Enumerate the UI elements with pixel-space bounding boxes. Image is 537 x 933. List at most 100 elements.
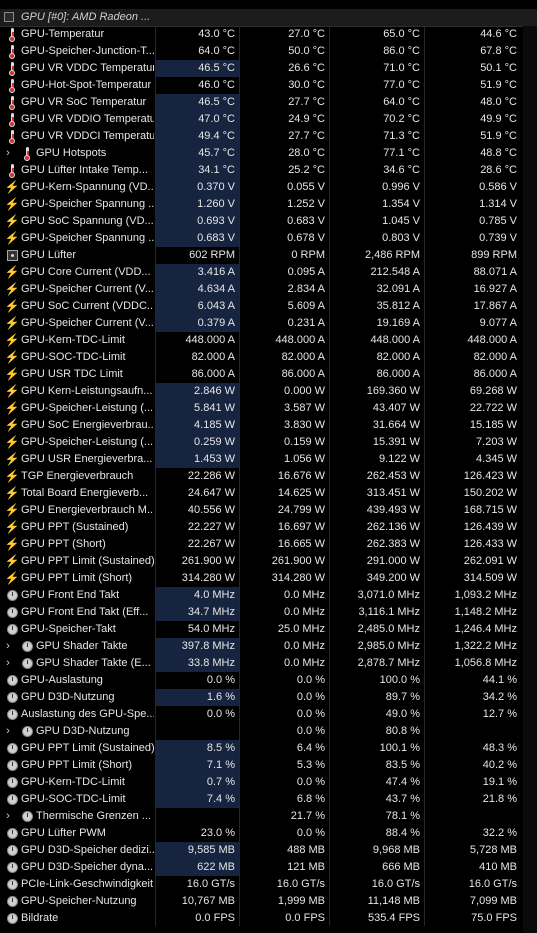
- sensor-row[interactable]: GPU Lüfter 602 RPM 0 RPM 2,486 RPM 899 RPM: [0, 247, 537, 264]
- minimum-value: 0.0 MHz: [239, 604, 329, 621]
- sensor-row[interactable]: ⚡ GPU-Kern-Spannung (VD... 0.370 V 0.055 V 0…: [0, 179, 537, 196]
- sensor-row[interactable]: PCIe-Link-Geschwindigkeit 16.0 GT/s 16.0 G…: [0, 876, 537, 893]
- current-value: 5.841 W: [156, 400, 239, 417]
- sensor-row[interactable]: GPU-Speicher-Junction-T... 64.0 °C 50.0 °C…: [0, 43, 537, 60]
- sensor-row[interactable]: › Thermische Grenzen ... 21.7 % 78.1 %: [0, 808, 537, 825]
- average-value: 82.000 A: [424, 349, 521, 366]
- maximum-value: 0.996 V: [329, 179, 424, 196]
- sensor-row[interactable]: GPU D3D-Speicher dedizi... 9,585 MB 488 MB…: [0, 842, 537, 859]
- sensor-row[interactable]: ⚡ GPU Energieverbrauch M... 40.556 W 24.799…: [0, 502, 537, 519]
- scrollbar[interactable]: [523, 26, 537, 933]
- sensor-row[interactable]: Bildrate 0.0 FPS 0.0 FPS 535.4 FPS 75.0 FPS: [0, 910, 537, 927]
- sensor-name: GPU-Speicher-Leistung (...: [21, 436, 154, 448]
- expand-chevron-icon[interactable]: ›: [3, 656, 13, 671]
- lightning-bolt-icon: ⚡: [4, 265, 20, 279]
- sensor-row[interactable]: ⚡ GPU USR Energieverbra... 1.453 W 1.056 W 9…: [0, 451, 537, 468]
- sensor-row[interactable]: ⚡ GPU-Speicher Current (V... 4.634 A 2.834 …: [0, 281, 537, 298]
- sensor-row[interactable]: GPU Lüfter Intake Temp... 34.1 °C 25.2 °C 3…: [0, 162, 537, 179]
- sensor-row[interactable]: ⚡ GPU-Speicher Current (V... 0.379 A 0.231 …: [0, 315, 537, 332]
- sensor-row[interactable]: ⚡ GPU-Speicher Spannung ... 0.683 V 0.678 V…: [0, 230, 537, 247]
- sensor-row[interactable]: ⚡ GPU Kern-Leistungsaufn... 2.846 W 0.000 W…: [0, 383, 537, 400]
- sensor-row[interactable]: ⚡ GPU-Speicher Spannung ... 1.260 V 1.252 V…: [0, 196, 537, 213]
- sensor-row[interactable]: GPU-Temperatur 43.0 °C 27.0 °C 65.0 °C 44.6 …: [0, 26, 537, 43]
- expand-chevron-icon[interactable]: ›: [3, 639, 13, 654]
- minimum-value: 0.0 %: [239, 672, 329, 689]
- minimum-value-text: 30.0 °C: [288, 79, 325, 91]
- maximum-value-text: 0.803 V: [382, 232, 420, 244]
- sensor-row[interactable]: GPU PPT Limit (Sustained) 8.5 % 6.4 % 100.1…: [0, 740, 537, 757]
- sensor-row[interactable]: ⚡ GPU-Speicher-Leistung (... 0.259 W 0.159 …: [0, 434, 537, 451]
- sensor-row[interactable]: ⚡ GPU PPT (Short) 22.267 W 16.665 W 262.383 …: [0, 536, 537, 553]
- sensor-row[interactable]: GPU-SOC-TDC-Limit 7.4 % 6.8 % 43.7 % 21.8 %: [0, 791, 537, 808]
- minimum-value: 0.0 FPS: [239, 910, 329, 927]
- sensor-row[interactable]: › GPU Shader Takte (E... 33.8 MHz 0.0 MHz 2,…: [0, 655, 537, 672]
- sensor-row[interactable]: GPU VR VDDC Temperatur 46.5 °C 26.6 °C 71.0…: [0, 60, 537, 77]
- sensor-row[interactable]: ⚡ Total Board Energieverb... 24.647 W 14.62…: [0, 485, 537, 502]
- sensor-row[interactable]: ⚡ GPU-SOC-TDC-Limit 82.000 A 82.000 A 82.000…: [0, 349, 537, 366]
- sensor-row[interactable]: ⚡ GPU USR TDC Limit 86.000 A 86.000 A 86.000…: [0, 366, 537, 383]
- sensor-row[interactable]: GPU D3D-Nutzung 1.6 % 0.0 % 89.7 % 34.2 %: [0, 689, 537, 706]
- sensor-row[interactable]: GPU Lüfter PWM 23.0 % 0.0 % 88.4 % 32.2 %: [0, 825, 537, 842]
- sensor-row[interactable]: ⚡ GPU SoC Current (VDDC... 6.043 A 5.609 A 3…: [0, 298, 537, 315]
- sensor-row[interactable]: ⚡ GPU-Speicher-Leistung (... 5.841 W 3.587 …: [0, 400, 537, 417]
- sensor-row[interactable]: GPU VR VDDIO Temperatur 47.0 °C 24.9 °C 70.…: [0, 111, 537, 128]
- expand-chevron-icon[interactable]: ›: [3, 724, 13, 739]
- sensor-row[interactable]: GPU-Speicher-Takt 54.0 MHz 25.0 MHz 2,485.0…: [0, 621, 537, 638]
- current-value-text: 7.1 %: [206, 759, 235, 771]
- current-value: 49.4 °C: [156, 128, 239, 145]
- sensor-name: GPU-Speicher Current (V...: [21, 317, 154, 329]
- average-value-text: 12.7 %: [482, 708, 517, 720]
- average-value: 19.1 %: [424, 774, 521, 791]
- minimum-value-text: 25.0 MHz: [277, 623, 325, 635]
- average-value-text: 51.9 °C: [480, 130, 517, 142]
- minimum-value: 1.252 V: [239, 196, 329, 213]
- sensor-row[interactable]: ⚡ GPU PPT Limit (Sustained) 261.900 W 261.9…: [0, 553, 537, 570]
- sensor-row[interactable]: ⚡ GPU Core Current (VDD... 3.416 A 0.095 A 2…: [0, 264, 537, 281]
- sensor-name: GPU Front End Takt (Eff...: [21, 606, 149, 618]
- clock-icon: [5, 894, 19, 909]
- sensor-name: GPU Lüfter Intake Temp...: [21, 164, 148, 176]
- average-value-text: [517, 810, 521, 822]
- current-value: 9,585 MB: [156, 842, 239, 859]
- maximum-value: 49.0 %: [329, 706, 424, 723]
- sensor-row[interactable]: ⚡ TGP Energieverbrauch 22.286 W 16.676 W 262…: [0, 468, 537, 485]
- sensor-row[interactable]: GPU VR SoC Temperatur 46.5 °C 27.7 °C 64.0 …: [0, 94, 537, 111]
- lightning-bolt-icon: ⚡: [4, 435, 20, 449]
- current-value-text: 49.4 °C: [198, 130, 235, 142]
- maximum-value: 439.493 W: [329, 502, 424, 519]
- current-value-text: 0.0 %: [206, 674, 235, 686]
- sensor-row[interactable]: GPU Front End Takt (Eff... 34.7 MHz 0.0 MH…: [0, 604, 537, 621]
- sensor-name: GPU Core Current (VDD...: [21, 266, 151, 278]
- minimum-value: 21.7 %: [239, 808, 329, 825]
- expand-chevron-icon[interactable]: ›: [3, 146, 13, 161]
- sensor-row[interactable]: GPU-Hot-Spot-Temperatur 46.0 °C 30.0 °C 77.…: [0, 77, 537, 94]
- sensor-row[interactable]: GPU PPT Limit (Short) 7.1 % 5.3 % 83.5 % 40.…: [0, 757, 537, 774]
- clock-icon: [5, 758, 19, 773]
- average-value: [424, 723, 521, 740]
- sensor-row[interactable]: GPU Front End Takt 4.0 MHz 0.0 MHz 3,071.0 …: [0, 587, 537, 604]
- expand-chevron-icon[interactable]: ›: [3, 809, 13, 824]
- sensor-row[interactable]: ⚡ GPU PPT (Sustained) 22.227 W 16.697 W 262.…: [0, 519, 537, 536]
- average-value-text: 899 RPM: [471, 249, 517, 261]
- sensor-row[interactable]: ⚡ GPU PPT Limit (Short) 314.280 W 314.280 W…: [0, 570, 537, 587]
- average-value-text: 4.345 W: [476, 453, 517, 465]
- sensor-row[interactable]: ⚡ GPU SoC Spannung (VD... 0.693 V 0.683 V 1.…: [0, 213, 537, 230]
- sensor-row[interactable]: GPU D3D-Speicher dyna... 622 MB 121 MB 666 …: [0, 859, 537, 876]
- sensor-row[interactable]: › GPU Hotspots 45.7 °C 28.0 °C 77.1 °C 48.8 °…: [0, 145, 537, 162]
- sensor-name: PCIe-Link-Geschwindigkeit: [21, 878, 154, 890]
- sensor-row[interactable]: Auslastung des GPU-Spe... 0.0 % 0.0 % 49.0 …: [0, 706, 537, 723]
- sensor-row[interactable]: ⚡ GPU SoC Energieverbrau... 4.185 W 3.830 W…: [0, 417, 537, 434]
- sensor-row[interactable]: › GPU D3D-Nutzung 0.0 % 80.8 %: [0, 723, 537, 740]
- thermometer-icon: [5, 129, 19, 144]
- sensor-row[interactable]: › GPU Shader Takte 397.8 MHz 0.0 MHz 2,985.0…: [0, 638, 537, 655]
- sensor-group-header[interactable]: GPU [#0]: AMD Radeon ...: [0, 9, 537, 27]
- sensor-row[interactable]: GPU-Kern-TDC-Limit 0.7 % 0.0 % 47.4 % 19.1 %: [0, 774, 537, 791]
- sensor-row[interactable]: GPU VR VDDCI Temperatur 49.4 °C 27.7 °C 71.…: [0, 128, 537, 145]
- current-value: 0.683 V: [156, 230, 239, 247]
- thermometer-icon: [20, 146, 34, 161]
- maximum-value-text: 313.451 W: [366, 487, 420, 499]
- sensor-row[interactable]: ⚡ GPU-Kern-TDC-Limit 448.000 A 448.000 A 448…: [0, 332, 537, 349]
- sensor-row[interactable]: GPU-Auslastung 0.0 % 0.0 % 100.0 % 44.1 %: [0, 672, 537, 689]
- sensor-row[interactable]: GPU-Speicher-Nutzung 10,767 MB 1,999 MB 11,…: [0, 893, 537, 910]
- minimum-value: 0.0 %: [239, 689, 329, 706]
